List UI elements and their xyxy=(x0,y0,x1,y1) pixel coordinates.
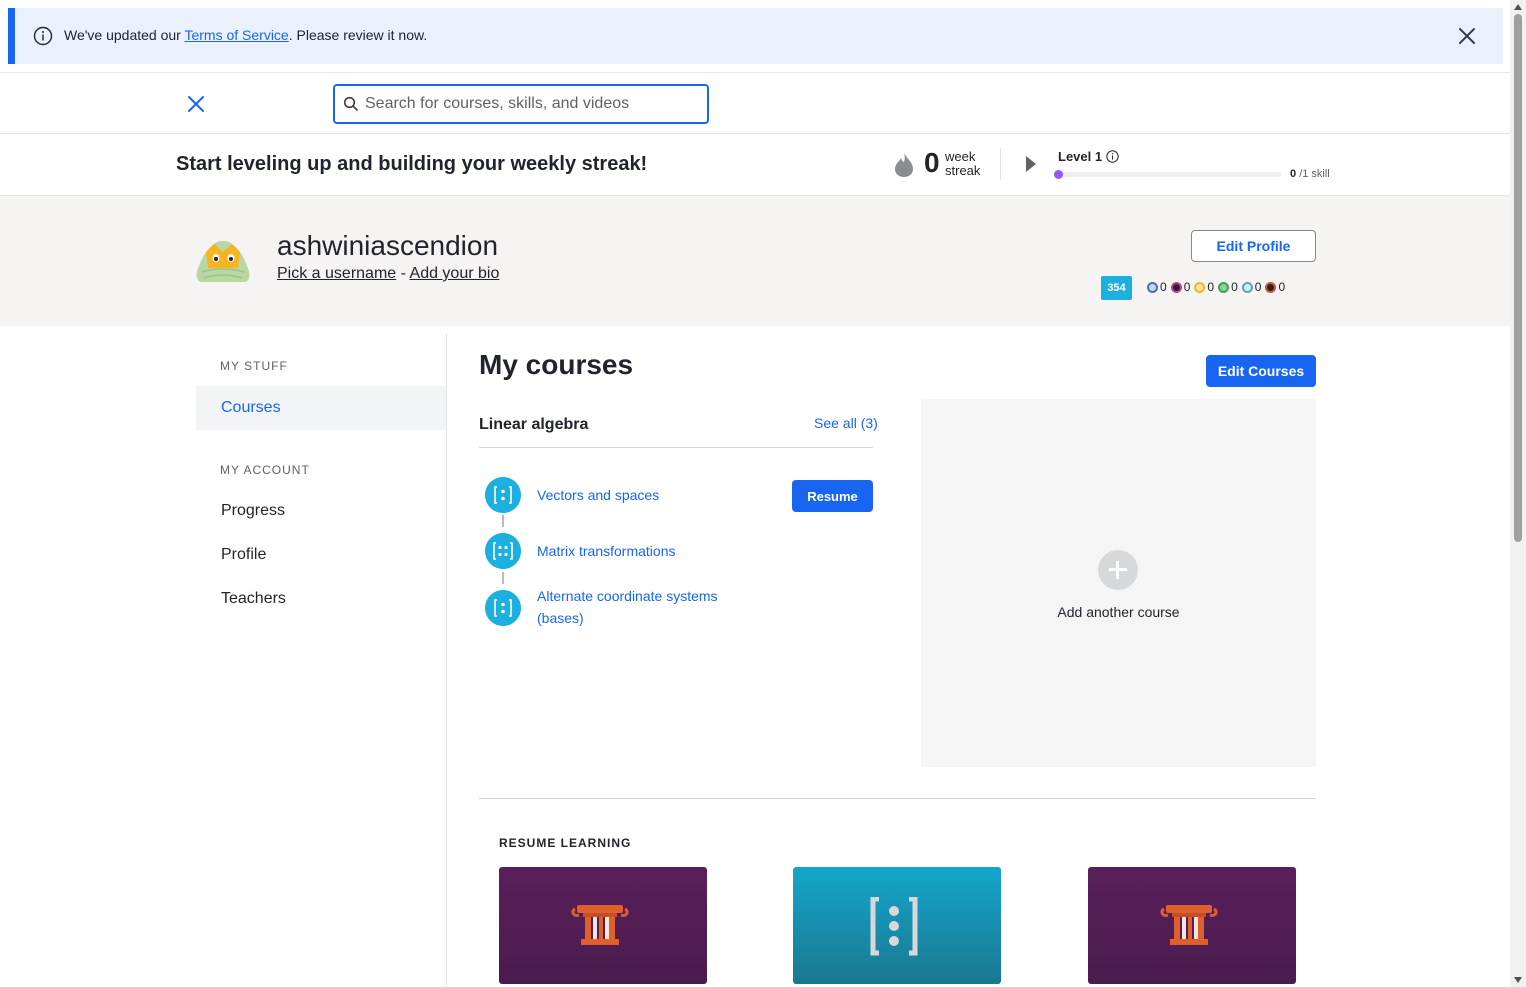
search-bar-row xyxy=(0,72,1510,134)
sidebar-item-progress[interactable]: Progress xyxy=(196,489,446,533)
moon-badge: 0 xyxy=(1170,280,1190,294)
unit-link-vectors-and-spaces[interactable]: Vectors and spaces xyxy=(537,484,659,506)
level-progress-fill xyxy=(1054,170,1063,179)
black-hole-badge-icon xyxy=(1241,281,1253,293)
level-progress-bar xyxy=(1054,170,1281,179)
unit-link-matrix-transformations[interactable]: Matrix transformations xyxy=(537,540,675,562)
matrix-icon xyxy=(870,897,918,956)
unit-connector xyxy=(502,572,504,584)
scroll-up-arrow-icon[interactable] xyxy=(1514,4,1522,10)
scroll-thumb[interactable] xyxy=(1514,14,1522,542)
resume-learning-heading: RESUME LEARNING xyxy=(499,836,632,850)
matrix-icon xyxy=(485,533,521,569)
page-title: My courses xyxy=(479,349,634,380)
sun-badge-icon xyxy=(1218,281,1230,293)
see-all-link[interactable]: See all (3) xyxy=(814,415,878,431)
info-icon xyxy=(33,26,53,46)
matrix-icon xyxy=(485,590,521,626)
streak-count: 0 xyxy=(924,147,940,178)
my-account-heading: MY ACCOUNT xyxy=(220,463,310,477)
course-divider xyxy=(479,447,873,448)
add-course-card[interactable]: Add another course xyxy=(921,399,1316,767)
avatar[interactable] xyxy=(194,238,252,286)
resume-card-3[interactable] xyxy=(1088,867,1296,984)
edit-profile-button[interactable]: Edit Profile xyxy=(1191,230,1316,262)
level-label: Level 1 xyxy=(1058,149,1103,164)
tos-banner: We've updated our Terms of Service. Plea… xyxy=(8,8,1503,64)
badge-counts[interactable]: 0 0 0 0 0 0 xyxy=(1147,280,1285,294)
sidebar-item-courses[interactable]: Courses xyxy=(196,386,446,430)
earth-badge: 0 xyxy=(1194,280,1214,294)
scrollbar[interactable] xyxy=(1510,0,1526,987)
meteorite-badge-icon xyxy=(1147,281,1158,293)
streak-bar: Start leveling up and building your week… xyxy=(0,134,1510,196)
matrix-icon xyxy=(485,477,521,513)
moon-badge-icon xyxy=(1170,281,1182,293)
search-icon xyxy=(343,96,358,111)
sun-badge: 0 xyxy=(1218,280,1238,294)
terms-of-service-link[interactable]: Terms of Service xyxy=(184,27,288,43)
flame-icon xyxy=(895,153,913,177)
resume-button[interactable]: Resume xyxy=(792,480,873,512)
close-icon[interactable] xyxy=(1457,26,1477,46)
course-title: Linear algebra xyxy=(479,416,589,433)
search-input[interactable] xyxy=(365,92,695,116)
streak-label: week streak xyxy=(945,149,981,178)
level-skill-count: 0 /1 skill xyxy=(1290,168,1330,180)
resume-card-2[interactable] xyxy=(793,867,1001,984)
energy-points-badge[interactable]: 354 xyxy=(1101,276,1132,300)
section-divider xyxy=(479,798,1316,799)
pick-username-link[interactable]: Pick a username xyxy=(277,265,396,282)
level-info-icon[interactable] xyxy=(1106,150,1119,163)
divider xyxy=(1000,148,1001,180)
resume-card-1[interactable] xyxy=(499,867,707,984)
search-box xyxy=(333,84,709,124)
add-course-label: Add another course xyxy=(1057,604,1180,620)
unit-link-alternate-coordinate-systems[interactable]: Alternate coordinate systems (bases) xyxy=(537,585,718,629)
streak-heading: Start leveling up and building your week… xyxy=(176,153,648,175)
play-icon[interactable] xyxy=(1026,156,1036,172)
sidebar-item-teachers[interactable]: Teachers xyxy=(196,577,446,621)
edit-courses-button[interactable]: Edit Courses xyxy=(1206,355,1316,387)
column-icon xyxy=(571,905,629,945)
banner-text: We've updated our Terms of Service. Plea… xyxy=(64,27,428,43)
profile-sublinks: Pick a username - Add your bio xyxy=(277,265,500,282)
profile-header: ashwiniascendion Pick a username - Add y… xyxy=(0,196,1510,326)
sidebar-divider xyxy=(446,334,447,987)
scroll-down-arrow-icon[interactable] xyxy=(1514,977,1522,983)
challenge-patch-badge: 0 xyxy=(1265,280,1285,294)
profile-username: ashwiniascendion xyxy=(277,230,499,261)
unit-connector xyxy=(502,515,504,527)
sidebar-item-profile[interactable]: Profile xyxy=(196,533,446,577)
challenge-patch-badge-icon xyxy=(1265,281,1277,293)
close-menu-icon[interactable] xyxy=(185,93,207,115)
plus-icon xyxy=(1098,550,1138,590)
column-icon xyxy=(1160,905,1218,945)
black-hole-badge: 0 xyxy=(1241,280,1261,294)
meteorite-badge: 0 xyxy=(1147,280,1167,294)
earth-badge-icon xyxy=(1194,281,1206,293)
add-bio-link[interactable]: Add your bio xyxy=(410,265,500,282)
my-stuff-heading: MY STUFF xyxy=(220,359,288,373)
